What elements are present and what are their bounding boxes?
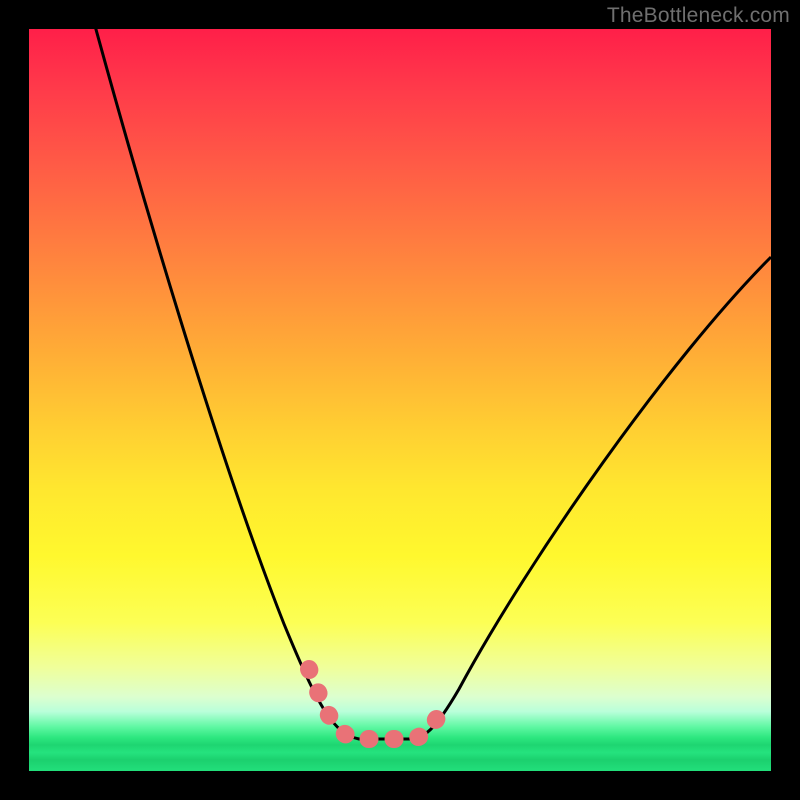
optimal-region-highlight	[309, 669, 445, 739]
chart-frame: TheBottleneck.com	[0, 0, 800, 800]
bottleneck-curve	[85, 0, 771, 739]
chart-plot-area	[29, 29, 771, 771]
watermark-text: TheBottleneck.com	[607, 4, 790, 28]
chart-svg	[29, 29, 771, 771]
